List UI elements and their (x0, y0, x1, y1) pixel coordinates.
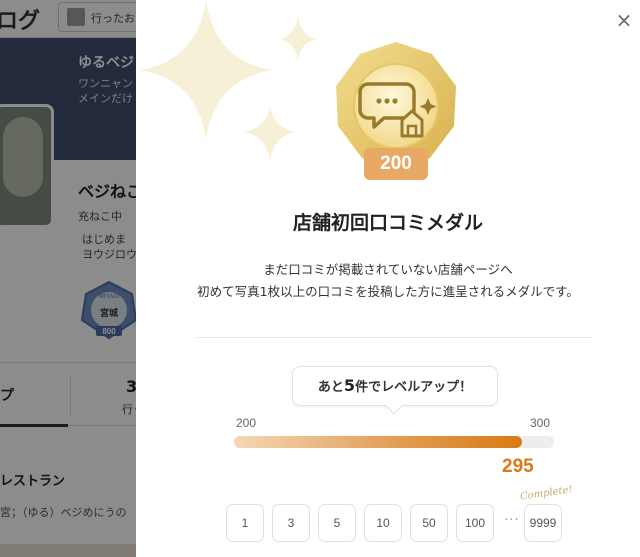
medal-level-plate: 200 (364, 148, 428, 180)
levelup-suffix: 件でレベルアップ！ (355, 380, 473, 395)
level-chip-10[interactable]: 10 (364, 504, 402, 542)
medal-modal: × 200 店舗初回口コミメダル まだ口コミが掲載されていない店舗ページへ 初め… (136, 0, 640, 557)
progress-bar (234, 436, 554, 448)
progress-min-label: 200 (236, 416, 257, 430)
close-button[interactable]: × (614, 10, 634, 30)
medal-description: まだ口コミが掲載されていない店舗ページへ 初めて写真1枚以上の口コミを投稿した方… (136, 259, 640, 303)
level-chip-1[interactable]: 1 (226, 504, 264, 542)
levelup-prefix: あと (317, 380, 344, 395)
progress-max-label: 300 (530, 416, 551, 430)
level-chip-50[interactable]: 50 (410, 504, 448, 542)
levelup-count: 5 (343, 376, 356, 395)
medal-title: 店舗初回口コミメダル (292, 212, 483, 234)
sparkle-decoration (140, 0, 316, 160)
complete-label: Complete! (519, 484, 574, 503)
level-chip-3[interactable]: 3 (272, 504, 310, 542)
level-ellipsis: ··· (504, 513, 520, 528)
description-line-2: 初めて写真1枚以上の口コミを投稿した方に進呈されるメダルです。 (197, 284, 579, 299)
progress-fill (234, 436, 522, 448)
level-chip-5[interactable]: 5 (318, 504, 356, 542)
level-chip-100[interactable]: 100 (456, 504, 494, 542)
divider (196, 337, 592, 338)
description-line-1: まだ口コミが掲載されていない店舗ページへ (263, 262, 513, 277)
progress-current-value: 295 (502, 456, 534, 477)
level-chip-9999[interactable]: 9999 (524, 504, 562, 542)
